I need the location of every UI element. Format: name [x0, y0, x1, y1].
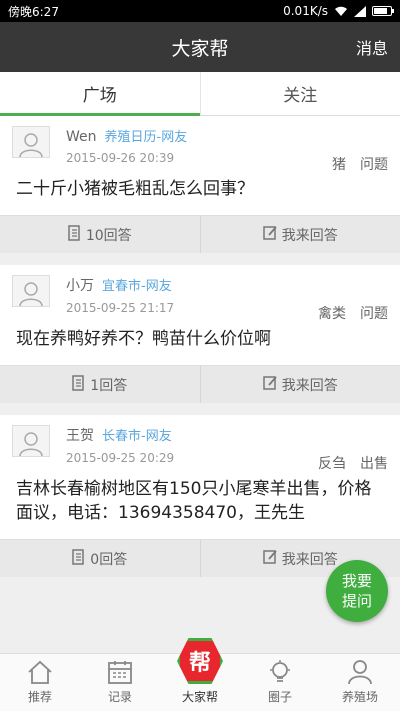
nav-label: 养殖场: [341, 690, 378, 704]
ask-question-button[interactable]: 我要 提问: [326, 560, 388, 622]
wifi-icon: [334, 6, 348, 17]
reply-button[interactable]: 我来回答: [199, 366, 400, 403]
avatar[interactable]: [12, 126, 50, 158]
document-icon: [68, 224, 82, 245]
nav-farm[interactable]: 养殖场: [320, 654, 400, 711]
reply-label: 我来回答: [281, 551, 338, 568]
nav-label: 推荐: [27, 690, 52, 704]
network-speed: 0.01K/s: [283, 4, 328, 18]
ask-question-line1: 我要: [341, 572, 372, 590]
post-tag: 出售: [360, 456, 388, 472]
post-source: 宜春市-网友: [102, 279, 172, 294]
answers-count: 10回答: [85, 227, 132, 244]
answers-button[interactable]: 1回答: [0, 366, 200, 403]
page-title: 大家帮: [171, 37, 229, 60]
reply-label: 我来回答: [281, 227, 338, 244]
post-user[interactable]: 小万: [66, 278, 94, 294]
post-question[interactable]: 吉林长春榆树地区有150只小尾寒羊出售，价格面议，电话：13694358470，…: [0, 465, 400, 539]
status-bar: 傍晚6:27 0.01K/s: [0, 0, 400, 22]
reply-button[interactable]: 我来回答: [199, 216, 400, 253]
signal-icon: [354, 5, 366, 17]
nav-label: 记录: [107, 690, 132, 704]
edit-icon: [263, 375, 278, 394]
calendar-icon: [107, 658, 133, 686]
post-tag: 禽类: [318, 306, 346, 322]
post-tag: 问题: [360, 157, 388, 173]
avatar[interactable]: [12, 275, 50, 307]
title-bar: 大家帮 消息: [0, 22, 400, 72]
tab-square[interactable]: 广场: [0, 72, 200, 116]
edit-icon: [263, 225, 278, 244]
tab-follow[interactable]: 关注: [199, 72, 400, 115]
post-card[interactable]: 小万 宜春市-网友 2015-09-25 21:17 禽类 问题 现在养鸭好养不？…: [0, 265, 400, 403]
post-user[interactable]: Wen: [66, 129, 97, 145]
message-button[interactable]: 消息: [356, 35, 388, 59]
nav-label: 大家帮: [181, 690, 218, 704]
post-source: 养殖日历-网友: [104, 130, 188, 145]
nav-label: 圈子: [267, 690, 292, 704]
post-tag: 反刍: [318, 456, 346, 472]
document-icon: [72, 374, 86, 395]
nav-records[interactable]: 记录: [80, 654, 160, 711]
avatar[interactable]: [12, 425, 50, 457]
nav-help[interactable]: 帮 大家帮: [160, 638, 240, 711]
nav-recommend[interactable]: 推荐: [0, 654, 80, 711]
post-card[interactable]: Wen 养殖日历-网友 2015-09-26 20:39 猪 问题 二十斤小猪被毛…: [0, 116, 400, 253]
post-user[interactable]: 王贺: [66, 428, 94, 444]
answers-button[interactable]: 10回答: [0, 216, 200, 253]
status-time: 傍晚6:27: [8, 4, 59, 19]
post-tag: 问题: [360, 306, 388, 322]
battery-icon: [372, 6, 394, 16]
bottom-nav: 推荐 记录 帮 大家帮 圈子 养殖场: [0, 638, 400, 711]
document-icon: [72, 548, 86, 569]
tab-bar: 广场 关注: [0, 72, 400, 116]
post-tag: 猪: [332, 157, 346, 173]
ask-question-line2: 提问: [341, 592, 372, 610]
answers-button[interactable]: 0回答: [0, 540, 200, 577]
post-source: 长春市-网友: [102, 429, 172, 444]
reply-label: 我来回答: [281, 377, 338, 394]
answers-count: 0回答: [90, 551, 128, 568]
post-card[interactable]: 王贺 长春市-网友 2015-09-25 20:29 反刍 出售 吉林长春榆树地区…: [0, 415, 400, 577]
answers-count: 1回答: [90, 377, 128, 394]
edit-icon: [263, 549, 278, 568]
lightbulb-icon: [267, 658, 293, 686]
nav-circle[interactable]: 圈子: [240, 654, 320, 711]
user-icon: [347, 658, 373, 686]
home-icon: [26, 658, 54, 686]
